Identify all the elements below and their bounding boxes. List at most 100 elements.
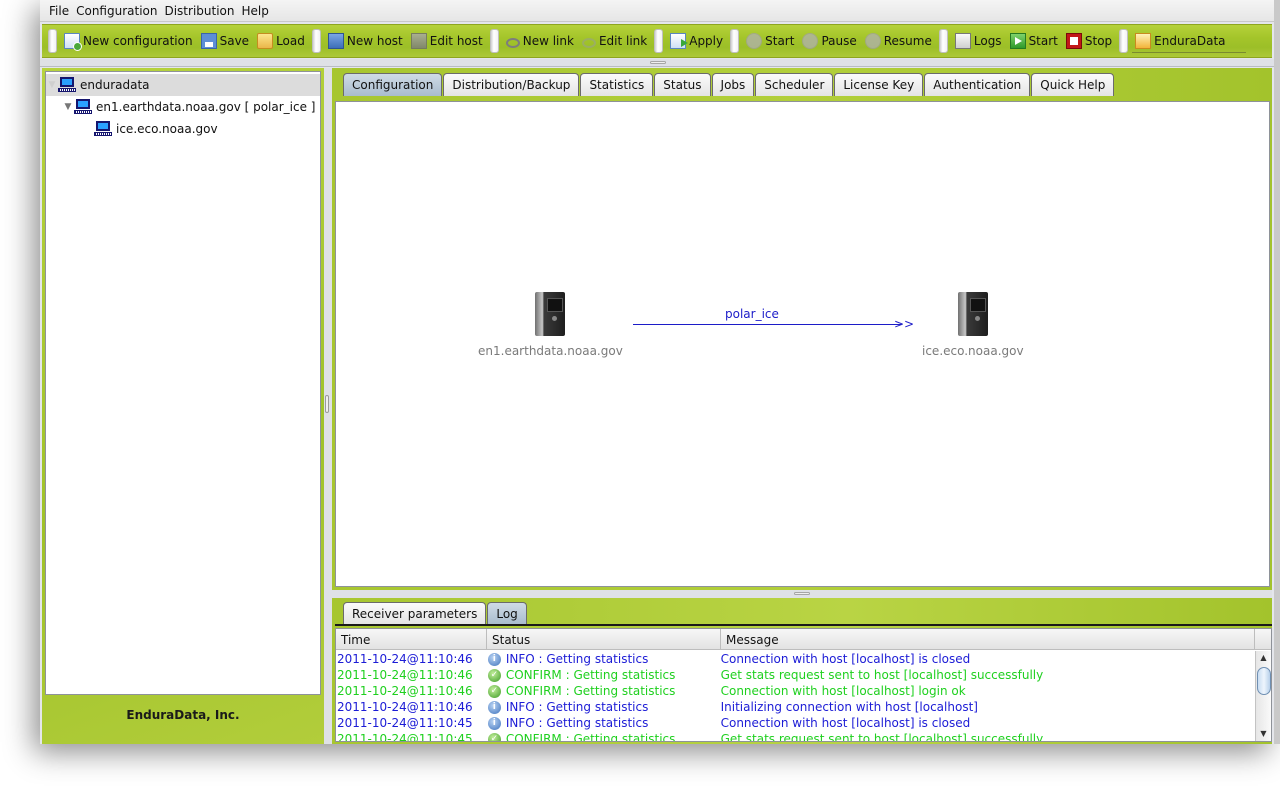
tab-receiver-parameters[interactable]: Receiver parameters [343, 602, 487, 624]
link-line[interactable] [633, 324, 901, 325]
load-icon [257, 33, 274, 49]
enduradata-button[interactable]: EnduraData [1132, 29, 1246, 53]
computer-icon [74, 99, 92, 115]
logs-button[interactable]: Logs [952, 29, 1005, 53]
computer-icon [94, 121, 112, 137]
tab-scheduler[interactable]: Scheduler [755, 73, 834, 96]
computer-icon [58, 77, 76, 93]
log-row[interactable]: 2011-10-24@11:10:46 i INFO : Getting stati… [336, 651, 1254, 667]
server-icon [957, 292, 988, 336]
expand-toggle-icon[interactable]: ▼ [46, 80, 58, 90]
stop-icon [1065, 33, 1082, 49]
log-time: 2011-10-24@11:10:46 [337, 668, 473, 682]
toolbar-grip[interactable] [311, 29, 321, 53]
configuration-canvas: en1.earthdata.noaa.gov polar_ice >> ice.… [335, 101, 1270, 587]
logs-icon [954, 33, 971, 49]
toolbar-grip[interactable] [48, 29, 57, 53]
screen-edge [1274, 0, 1280, 744]
log-message: Get stats request sent to host [localhos… [720, 732, 1044, 742]
menu-file[interactable]: File [49, 4, 69, 18]
toolbar-grip[interactable] [938, 29, 948, 53]
toolbar-grip[interactable] [1119, 29, 1129, 53]
column-message[interactable]: Message [721, 629, 1255, 650]
toolbar-splitter[interactable] [40, 59, 1274, 67]
host-tree: ▼ enduradata ▼ en1.earthdata.noaa.gov [ … [45, 71, 321, 695]
log-status: i INFO : Getting statistics [487, 716, 721, 730]
tab-configuration[interactable]: Configuration [343, 73, 443, 96]
log-header: Time Status Message [336, 629, 1271, 650]
log-message: Get stats request sent to host [localhos… [720, 668, 1044, 682]
log-status-text: INFO : Getting statistics [505, 700, 649, 714]
scroll-up-icon[interactable]: ▲ [1256, 651, 1271, 665]
tab-authentication[interactable]: Authentication [924, 73, 1031, 96]
tab-quick-help[interactable]: Quick Help [1031, 73, 1115, 96]
start-icon [1009, 33, 1026, 49]
tab-status[interactable]: Status [654, 73, 711, 96]
tab-license-key[interactable]: License Key [834, 73, 924, 96]
edit-host-button[interactable]: Edit host [408, 29, 486, 53]
tree-node-host[interactable]: ▼ en1.earthdata.noaa.gov [ polar_ice ] [62, 96, 316, 118]
log-status: ✓ CONFIRM : Getting statistics [487, 684, 721, 698]
start-transfer-button[interactable]: Start [743, 29, 797, 53]
menu-configuration[interactable]: Configuration [76, 4, 157, 18]
log-row[interactable]: 2011-10-24@11:10:45 ✓ CONFIRM : Getting st… [336, 731, 1254, 742]
tree-node-root[interactable]: ▼ enduradata [46, 74, 320, 96]
log-message: Initializing connection with host [local… [720, 700, 978, 714]
bottom-splitter[interactable] [332, 590, 1272, 598]
log-row[interactable]: 2011-10-24@11:10:46 ✓ CONFIRM : Getting st… [336, 683, 1254, 699]
column-status[interactable]: Status [487, 629, 721, 650]
log-row[interactable]: 2011-10-24@11:10:45 i INFO : Getting stati… [336, 715, 1254, 731]
toolbar-grip[interactable] [654, 29, 664, 53]
log-status: i INFO : Getting statistics [487, 700, 721, 714]
apply-button[interactable]: Apply [667, 29, 726, 53]
tree-node-receiver[interactable]: ice.eco.noaa.gov [94, 118, 218, 140]
log-status-text: CONFIRM : Getting statistics [505, 668, 676, 682]
main-panel: Configuration Distribution/Backup Statis… [332, 68, 1272, 590]
log-message: Connection with host [localhost] is clos… [720, 652, 971, 666]
vertical-splitter[interactable] [324, 68, 332, 744]
toolbar-grip[interactable] [730, 29, 740, 53]
column-time[interactable]: Time [336, 629, 487, 650]
tab-distribution-backup[interactable]: Distribution/Backup [443, 73, 580, 96]
log-row[interactable]: 2011-10-24@11:10:46 ✓ CONFIRM : Getting st… [336, 667, 1254, 683]
splitter-handle[interactable] [794, 592, 810, 595]
arrow-head-icon: >> [894, 317, 915, 331]
log-row[interactable]: 2011-10-24@11:10:46 i INFO : Getting stati… [336, 699, 1254, 715]
toolbar-grip[interactable] [489, 29, 499, 53]
tab-log[interactable]: Log [487, 602, 527, 624]
splitter-handle[interactable] [325, 395, 329, 413]
start-service-button[interactable]: Start [1007, 29, 1061, 53]
resume-button[interactable]: Resume [862, 29, 935, 53]
tab-statistics[interactable]: Statistics [580, 73, 654, 96]
log-status-text: CONFIRM : Getting statistics [505, 732, 676, 742]
menu-help[interactable]: Help [242, 4, 269, 18]
new-host-button[interactable]: New host [325, 29, 406, 53]
scroll-down-icon[interactable]: ▼ [1256, 727, 1271, 741]
log-time: 2011-10-24@11:10:45 [337, 732, 473, 742]
load-button[interactable]: Load [254, 29, 308, 53]
edit-link-button[interactable]: Edit link [579, 29, 650, 53]
new-configuration-button[interactable]: New configuration [61, 29, 196, 53]
info-icon: i [487, 652, 501, 666]
splitter-handle[interactable] [650, 61, 666, 64]
header-corner [1255, 629, 1271, 650]
expand-toggle-icon[interactable]: ▼ [62, 102, 74, 112]
source-host-node[interactable]: en1.earthdata.noaa.gov [478, 292, 623, 358]
new-link-icon [505, 37, 520, 48]
pause-button[interactable]: Pause [799, 29, 859, 53]
tab-jobs[interactable]: Jobs [711, 73, 755, 96]
new-link-button[interactable]: New link [503, 29, 577, 53]
new-host-icon [327, 33, 344, 49]
menu-distribution[interactable]: Distribution [164, 4, 234, 18]
stop-service-button[interactable]: Stop [1063, 29, 1115, 53]
edit-link-icon [581, 37, 596, 48]
log-scrollbar[interactable]: ▲ ▼ [1255, 651, 1271, 741]
target-host-node[interactable]: ice.eco.noaa.gov [922, 292, 1024, 358]
scroll-thumb[interactable] [1257, 667, 1271, 695]
link-label[interactable]: polar_ice [725, 307, 779, 321]
log-status-text: CONFIRM : Getting statistics [505, 684, 676, 698]
log-status: ✓ CONFIRM : Getting statistics [487, 732, 721, 742]
save-button[interactable]: Save [198, 29, 252, 53]
log-status-text: INFO : Getting statistics [505, 716, 649, 730]
enduradata-icon [1135, 32, 1152, 49]
